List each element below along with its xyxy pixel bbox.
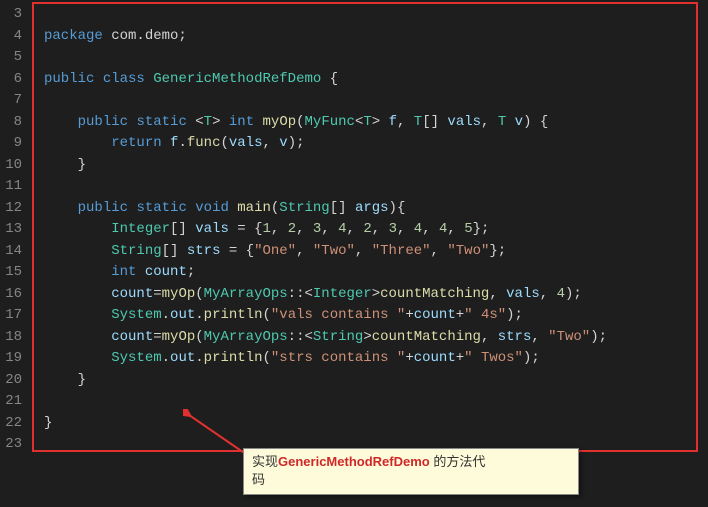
code-line[interactable]: } xyxy=(44,370,708,392)
code-line[interactable]: count=myOp(MyArrayOps::<String>countMatc… xyxy=(44,327,708,349)
callout-text-prefix: 实现 xyxy=(252,454,278,469)
code-line[interactable]: int count; xyxy=(44,262,708,284)
line-number: 14 xyxy=(0,241,22,263)
code-line[interactable] xyxy=(44,90,708,112)
code-line[interactable]: package com.demo; xyxy=(44,26,708,48)
code-editor: 34567891011121314151617181920212223 pack… xyxy=(0,0,708,507)
line-number: 20 xyxy=(0,370,22,392)
line-number: 10 xyxy=(0,155,22,177)
code-line[interactable]: count=myOp(MyArrayOps::<Integer>countMat… xyxy=(44,284,708,306)
line-number: 6 xyxy=(0,69,22,91)
code-line[interactable]: public class GenericMethodRefDemo { xyxy=(44,69,708,91)
line-number: 3 xyxy=(0,4,22,26)
line-number: 15 xyxy=(0,262,22,284)
code-line[interactable]: public static <T> int myOp(MyFunc<T> f, … xyxy=(44,112,708,134)
code-line[interactable] xyxy=(44,391,708,413)
line-number: 9 xyxy=(0,133,22,155)
code-content[interactable]: package com.demo; public class GenericMe… xyxy=(30,4,708,456)
code-line[interactable] xyxy=(44,176,708,198)
code-line[interactable]: System.out.println("strs contains "+coun… xyxy=(44,348,708,370)
line-number-gutter: 34567891011121314151617181920212223 xyxy=(0,0,30,507)
code-line[interactable]: } xyxy=(44,155,708,177)
line-number: 21 xyxy=(0,391,22,413)
callout-text-suffix2: 码 xyxy=(252,472,265,487)
line-number: 11 xyxy=(0,176,22,198)
code-line[interactable]: Integer[] vals = {1, 2, 3, 4, 2, 3, 4, 4… xyxy=(44,219,708,241)
line-number: 19 xyxy=(0,348,22,370)
line-number: 4 xyxy=(0,26,22,48)
line-number: 23 xyxy=(0,434,22,456)
line-number: 12 xyxy=(0,198,22,220)
code-area[interactable]: package com.demo; public class GenericMe… xyxy=(30,0,708,507)
line-number: 16 xyxy=(0,284,22,306)
line-number: 7 xyxy=(0,90,22,112)
code-line[interactable]: } xyxy=(44,413,708,435)
line-number: 5 xyxy=(0,47,22,69)
code-line[interactable] xyxy=(44,47,708,69)
code-line[interactable]: return f.func(vals, v); xyxy=(44,133,708,155)
line-number: 22 xyxy=(0,413,22,435)
line-number: 17 xyxy=(0,305,22,327)
code-line[interactable]: public static void main(String[] args){ xyxy=(44,198,708,220)
code-line[interactable] xyxy=(44,4,708,26)
callout-text-highlight: GenericMethodRefDemo xyxy=(278,454,430,469)
line-number: 8 xyxy=(0,112,22,134)
line-number: 13 xyxy=(0,219,22,241)
annotation-callout: 实现GenericMethodRefDemo 的方法代码 xyxy=(243,448,579,495)
code-line[interactable]: String[] strs = {"One", "Two", "Three", … xyxy=(44,241,708,263)
callout-text-suffix1: 的方法代 xyxy=(430,454,486,469)
code-line[interactable]: System.out.println("vals contains "+coun… xyxy=(44,305,708,327)
line-number: 18 xyxy=(0,327,22,349)
